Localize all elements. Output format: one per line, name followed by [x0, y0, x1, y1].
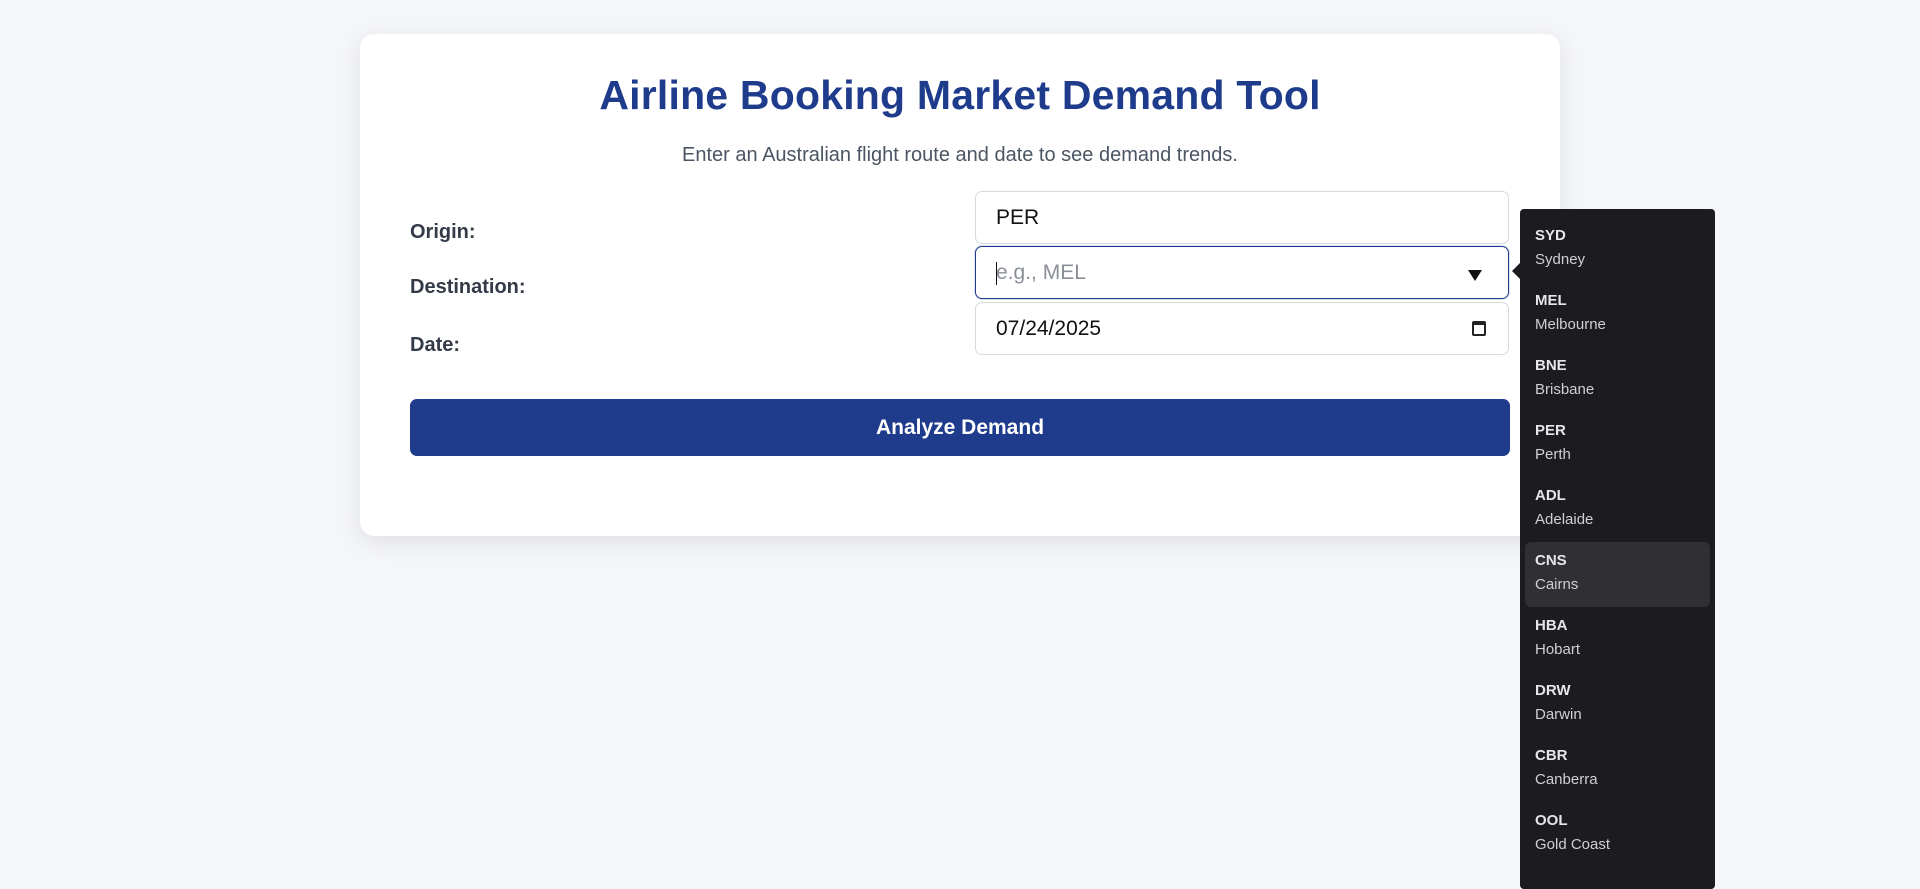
origin-input[interactable] [976, 192, 1508, 243]
suggestion-code: CBR [1535, 747, 1568, 764]
suggestion-city: Adelaide [1535, 511, 1594, 528]
calendar-icon[interactable] [1472, 321, 1486, 336]
suggestion-code: OOL [1535, 812, 1568, 829]
dropdown-pointer [1512, 263, 1520, 279]
suggestion-code: SYD [1535, 227, 1566, 244]
suggestion-option-adl[interactable]: ADL Adelaide [1525, 477, 1710, 542]
suggestion-option-cns[interactable]: CNS Cairns [1525, 542, 1710, 607]
page-title: Airline Booking Market Demand Tool [599, 72, 1321, 118]
suggestion-option-cbr[interactable]: CBR Canberra [1525, 737, 1710, 802]
text-cursor [996, 262, 997, 285]
suggestion-code: ADL [1535, 487, 1566, 504]
suggestion-code: BNE [1535, 357, 1567, 374]
date-input[interactable] [976, 303, 1508, 354]
suggestion-city: Cairns [1535, 576, 1579, 593]
analyze-demand-button[interactable]: Analyze Demand [410, 399, 1510, 456]
suggestion-option-syd[interactable]: SYD Sydney [1525, 217, 1710, 282]
dropdown-toggle-icon[interactable] [1468, 270, 1482, 281]
suggestion-code: DRW [1535, 682, 1571, 699]
suggestion-city: Melbourne [1535, 316, 1606, 333]
suggestion-code: CNS [1535, 552, 1567, 569]
date-label: Date: [410, 334, 461, 356]
suggestion-code: MEL [1535, 292, 1567, 309]
suggestion-code: HBA [1535, 617, 1568, 634]
suggestion-city: Canberra [1535, 771, 1598, 788]
suggestion-option-ool[interactable]: OOL Gold Coast [1525, 802, 1710, 867]
booking-form-card: Airline Booking Market Demand Tool Enter… [360, 34, 1560, 536]
suggestion-city: Sydney [1535, 251, 1586, 268]
destination-field[interactable] [975, 246, 1509, 299]
destination-suggestions-dropdown: SYD Sydney MEL Melbourne BNE Brisbane PER Perth… [1512, 209, 1715, 889]
suggestion-option-bne[interactable]: BNE Brisbane [1525, 347, 1710, 412]
page-subtitle: Enter an Australian flight route and dat… [682, 144, 1238, 166]
suggestion-option-per[interactable]: PER Perth [1525, 412, 1710, 477]
destination-label: Destination: [410, 276, 526, 298]
suggestion-city: Gold Coast [1535, 836, 1611, 853]
suggestion-option-hba[interactable]: HBA Hobart [1525, 607, 1710, 672]
suggestion-city: Hobart [1535, 641, 1581, 658]
suggestion-option-mel[interactable]: MEL Melbourne [1525, 282, 1710, 347]
suggestion-code: PER [1535, 422, 1566, 439]
origin-field[interactable] [975, 191, 1509, 244]
date-field[interactable] [975, 302, 1509, 355]
suggestion-city: Darwin [1535, 706, 1582, 723]
destination-input[interactable] [976, 247, 1508, 298]
suggestion-option-drw[interactable]: DRW Darwin [1525, 672, 1710, 737]
suggestion-city: Brisbane [1535, 381, 1595, 398]
origin-label: Origin: [410, 221, 476, 243]
suggestion-city: Perth [1535, 446, 1571, 463]
